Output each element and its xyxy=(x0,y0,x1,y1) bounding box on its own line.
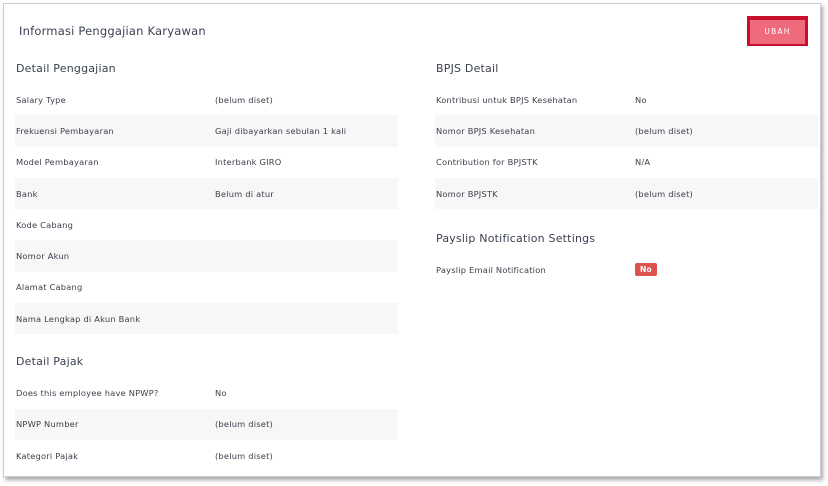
row-value: (belum diset) xyxy=(635,125,693,136)
payslip-section-title: Payslip Notification Settings xyxy=(436,232,596,246)
row-label: Payslip Email Notification xyxy=(436,264,546,275)
row-label: NPWP Number xyxy=(16,419,79,430)
row-label: Nomor BPJS Kesehatan xyxy=(436,125,536,136)
bpjs-row-tk-number: Nomor BPJSTK (belum diset) xyxy=(435,177,818,210)
salary-row-frequency: Frekuensi Pembayaran Gaji dibayarkan seb… xyxy=(15,115,398,147)
payslip-row-email-notification: Payslip Email Notification No xyxy=(435,254,818,285)
row-label: Model Pembayaran xyxy=(16,157,99,168)
salary-row-salary-type: Salary Type (belum diset) xyxy=(15,84,398,115)
row-value: No xyxy=(635,94,647,105)
edit-button-highlight: UBAH xyxy=(747,16,808,46)
row-value: (belum diset) xyxy=(215,450,273,461)
status-badge: No xyxy=(635,263,657,277)
bpjs-section-title: BPJS Detail xyxy=(436,62,499,75)
salary-row-account-name: Nama Lengkap di Akun Bank xyxy=(15,303,398,335)
row-value: Gaji dibayarkan sebulan 1 kali xyxy=(215,125,347,136)
salary-section-title: Detail Penggajian xyxy=(16,62,116,75)
row-label: Nama Lengkap di Akun Bank xyxy=(16,313,141,324)
row-value: N/A xyxy=(635,157,651,168)
row-label: Nomor Akun xyxy=(16,251,70,262)
salary-row-branch-code: Kode Cabang xyxy=(15,209,398,240)
row-value: Interbank GIRO xyxy=(215,157,282,168)
right-column: BPJS Detail Kontribusi untuk BPJS Keseha… xyxy=(435,62,818,285)
left-column: Detail Penggajian Salary Type (belum dis… xyxy=(15,62,398,471)
bpjs-row-health-contribution: Kontribusi untuk BPJS Kesehatan No xyxy=(435,84,818,115)
row-value: (belum diset) xyxy=(215,94,273,105)
salary-row-account-number: Nomor Akun xyxy=(15,240,398,272)
row-value: (belum diset) xyxy=(635,188,693,199)
row-label: Alamat Cabang xyxy=(16,282,83,293)
tax-row-npwp-number: NPWP Number (belum diset) xyxy=(15,408,398,440)
salary-row-bank: Bank Belum di atur xyxy=(15,177,398,210)
edit-button[interactable]: UBAH xyxy=(750,19,805,44)
bpjs-row-tk-contribution: Contribution for BPJSTK N/A xyxy=(435,147,818,178)
salary-row-payment-model: Model Pembayaran Interbank GIRO xyxy=(15,147,398,178)
row-label: Does this employee have NPWP? xyxy=(16,388,159,399)
tax-row-category: Kategori Pajak (belum diset) xyxy=(15,440,398,471)
card-title: Informasi Penggajian Karyawan xyxy=(19,24,206,38)
bpjs-row-health-number: Nomor BPJS Kesehatan (belum diset) xyxy=(435,115,818,147)
row-value-container: No xyxy=(635,263,818,277)
row-value: No xyxy=(215,388,227,399)
row-label: Kode Cabang xyxy=(16,219,74,230)
row-label: Contribution for BPJSTK xyxy=(436,157,538,168)
tax-section-title: Detail Pajak xyxy=(16,355,84,369)
row-label: Salary Type xyxy=(16,94,66,105)
row-value: (belum diset) xyxy=(215,419,273,430)
row-label: Nomor BPJSTK xyxy=(436,188,498,199)
row-label: Kategori Pajak xyxy=(16,450,79,461)
row-label: Bank xyxy=(16,188,38,199)
row-label: Kontribusi untuk BPJS Kesehatan xyxy=(436,94,578,105)
row-label: Frekuensi Pembayaran xyxy=(16,125,114,136)
tax-row-npwp: Does this employee have NPWP? No xyxy=(15,377,398,408)
row-value: Belum di atur xyxy=(215,188,274,199)
salary-row-branch-address: Alamat Cabang xyxy=(15,272,398,303)
